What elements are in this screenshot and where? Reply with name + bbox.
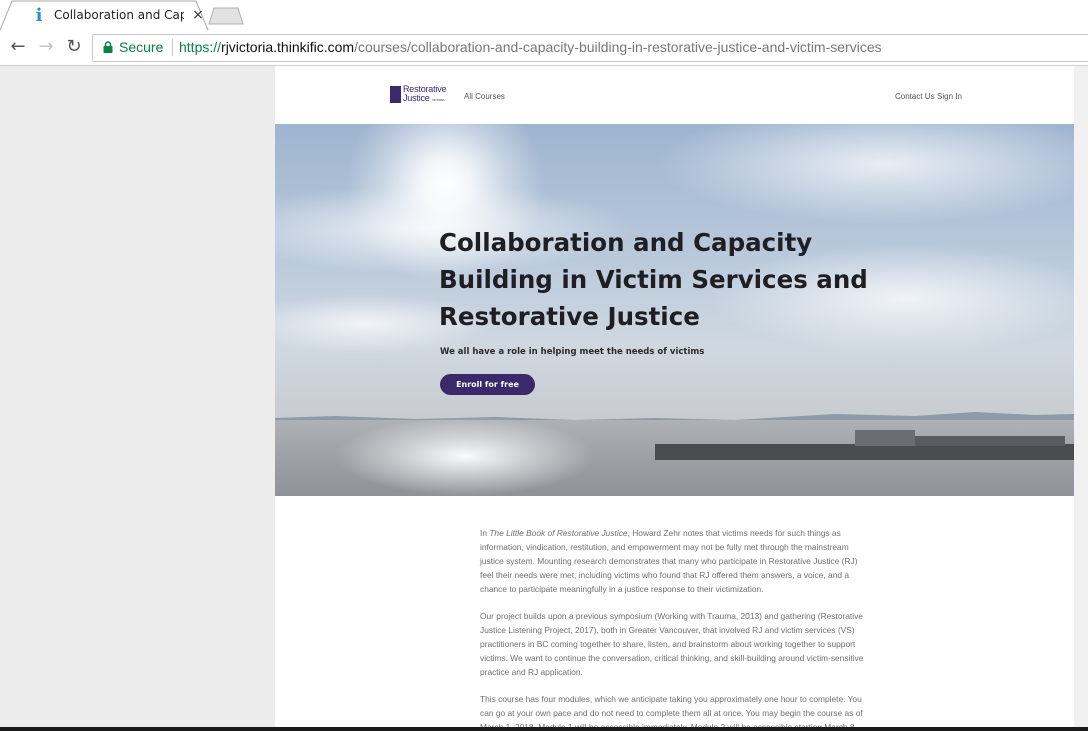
tab-strip: i Collaboration and Capac × xyxy=(0,0,1088,30)
course-description: In The Little Book of Restorative Justic… xyxy=(480,526,872,731)
course-title: Collaboration and Capacity Building in V… xyxy=(439,228,868,331)
logo-text: Restorative Justice VICTORIA xyxy=(403,85,447,105)
tab-title: Collaboration and Capac xyxy=(54,8,184,22)
description-paragraph-1: In The Little Book of Restorative Justic… xyxy=(480,526,872,596)
info-icon: i xyxy=(35,5,43,26)
hero-pier-ship xyxy=(655,430,1074,460)
enroll-button[interactable]: Enroll for free xyxy=(440,374,535,395)
nav-sign-in[interactable]: Sign In xyxy=(937,92,962,101)
address-bar[interactable]: Secure https://rjvictoria.thinkific.com/… xyxy=(92,34,1088,62)
os-taskbar-edge xyxy=(0,727,1088,731)
url-text: https://rjvictoria.thinkific.com/courses… xyxy=(179,39,882,55)
lock-icon xyxy=(103,41,113,53)
site-logo[interactable]: Restorative Justice VICTORIA xyxy=(390,85,454,105)
omnibox-divider xyxy=(172,39,173,56)
hero-banner: Collaboration and Capacity Building in V… xyxy=(275,124,1074,496)
url-scheme: https:// xyxy=(179,39,222,55)
logo-line-3: VICTORIA xyxy=(431,98,445,102)
url-host: rjvictoria.thinkific.com xyxy=(221,39,355,55)
page-scrollbar[interactable] xyxy=(1074,66,1088,731)
url-path: /courses/collaboration-and-capacity-buil… xyxy=(354,39,882,55)
hero-water-shine xyxy=(335,416,595,496)
forward-arrow-icon[interactable]: → xyxy=(36,38,56,56)
paragraph-1-prefix: In xyxy=(480,528,490,538)
close-icon[interactable]: × xyxy=(191,7,205,23)
secure-label: Secure xyxy=(119,39,164,55)
course-subtitle: We all have a role in helping meet the n… xyxy=(440,347,705,357)
new-tab-button[interactable] xyxy=(208,7,244,25)
nav-all-courses[interactable]: All Courses xyxy=(464,92,505,101)
active-tab[interactable]: i Collaboration and Capac × xyxy=(10,1,206,30)
hero-cloud xyxy=(655,124,1074,224)
logo-mark xyxy=(390,86,401,103)
back-arrow-icon[interactable]: ← xyxy=(8,38,28,56)
reload-icon[interactable]: ↻ xyxy=(64,38,84,56)
logo-line-2: Justice xyxy=(403,93,430,103)
nav-contact-us[interactable]: Contact Us xyxy=(895,92,935,101)
description-paragraph-2: Our project builds upon a previous sympo… xyxy=(480,611,864,677)
book-title: The Little Book of Restorative Justice xyxy=(489,528,628,538)
web-page: Restorative Justice VICTORIA All Courses… xyxy=(275,66,1074,731)
description-paragraph-3: This course has four modules, which we a… xyxy=(480,694,863,731)
browser-toolbar: ← → ↻ Secure https://rjvictoria.thinkifi… xyxy=(0,30,1088,66)
site-header: Restorative Justice VICTORIA All Courses… xyxy=(275,66,1074,124)
